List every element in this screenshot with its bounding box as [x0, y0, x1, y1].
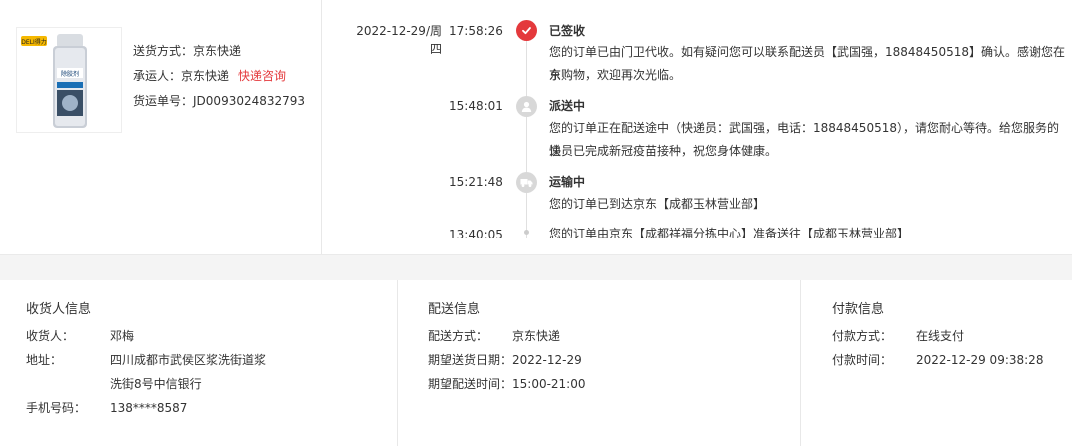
- receiver-info-section: 收货人信息 收货人： 邓梅 地址： 四川成都市武侯区浆洗街道浆 洗街8号中信银行 手…: [0, 280, 398, 446]
- shipping-method-row: 送货方式：京东快递: [133, 41, 305, 66]
- tracking-timeline: 2022-12-29/周四 17:58:26 已签收 您的订单已由门卫代收。如有…: [322, 0, 1072, 238]
- tracking-label: 货运单号：: [133, 94, 194, 108]
- timeline-time: 15:48:01: [449, 99, 503, 113]
- tracking-row: 货运单号：JD0093024832793: [133, 91, 305, 116]
- payment-time-label: 付款时间：: [832, 353, 893, 367]
- shipment-summary-panel: DELI得力 除胶剂 送货方式：京东快递 承运人：京东快递 快递咨询 货运单号：J…: [0, 0, 322, 254]
- check-icon: [516, 20, 537, 41]
- timeline-status: 派送中: [549, 99, 586, 113]
- carrier-label: 承运人：: [133, 69, 182, 83]
- timeline-time: 13:40:05: [449, 228, 503, 238]
- payment-info-title: 付款信息: [832, 302, 885, 317]
- delivery-time-label: 期望配送时间：: [428, 377, 513, 391]
- shipping-method-value: 京东快递: [193, 44, 242, 58]
- receiver-phone-value: 138****8587: [110, 401, 188, 415]
- receiver-name-value: 邓梅: [110, 329, 135, 343]
- timeline-status: 已签收: [549, 24, 586, 38]
- timeline-time: 17:58:26: [449, 24, 503, 38]
- carrier-row: 承运人：京东快递 快递咨询: [133, 66, 305, 91]
- delivery-info-section: 配送信息 配送方式： 京东快递 期望送货日期：2022-12-29 期望配送时间：…: [399, 280, 801, 446]
- timeline-status: 运输中: [549, 175, 586, 189]
- receiver-address-line2: 洗街8号中信银行: [110, 377, 202, 391]
- payment-method-row: 付款方式： 在线支付: [832, 326, 964, 346]
- tracking-number[interactable]: JD0093024832793: [193, 94, 305, 108]
- timeline-desc-line1: 您的订单由京东【成都祥福分拣中心】准备送往【成都玉林营业部】: [549, 227, 910, 238]
- payment-time-row: 付款时间： 2022-12-29 09:38:28: [832, 350, 1043, 370]
- receiver-name-row: 收货人： 邓梅: [26, 326, 134, 346]
- shipping-info: 送货方式：京东快递 承运人：京东快递 快递咨询 货运单号：JD0093024832…: [133, 41, 305, 116]
- carrier-value: 京东快递: [181, 69, 230, 83]
- receiver-phone-label: 手机号码：: [26, 401, 87, 415]
- receiver-info-title: 收货人信息: [26, 302, 92, 317]
- courier-icon: [516, 96, 537, 117]
- receiver-address-label: 地址：: [26, 353, 63, 367]
- timeline-desc-line2: 递员已完成新冠疫苗接种，祝您身体健康。: [549, 144, 778, 158]
- section-divider: [0, 254, 1072, 280]
- delivery-date-label: 期望送货日期：: [428, 353, 513, 367]
- delivery-method-value: 京东快递: [512, 329, 561, 343]
- payment-info-section: 付款信息 付款方式： 在线支付 付款时间： 2022-12-29 09:38:28: [802, 280, 1072, 446]
- delivery-time-value: 15:00-21:00: [512, 377, 586, 391]
- timeline-dot: [524, 230, 529, 235]
- delivery-method-row: 配送方式： 京东快递: [428, 326, 560, 346]
- timeline-date: 2022-12-29/周四: [356, 24, 442, 56]
- express-consult-link[interactable]: 快递咨询: [238, 69, 286, 83]
- brand-badge: DELI得力: [21, 38, 47, 46]
- delivery-info-title: 配送信息: [428, 302, 481, 317]
- truck-icon: [516, 172, 537, 193]
- product-image[interactable]: DELI得力 除胶剂: [16, 27, 122, 133]
- delivery-date-row: 期望送货日期：2022-12-29: [428, 350, 582, 370]
- timeline-desc-line1: 您的订单已到达京东【成都玉林营业部】: [549, 197, 766, 211]
- timeline-desc-line2: 东购物，欢迎再次光临。: [549, 68, 682, 82]
- can-label: 除胶剂: [61, 70, 79, 78]
- delivery-method-label: 配送方式：: [428, 329, 489, 343]
- receiver-address-row-2: 洗街8号中信银行: [110, 374, 202, 394]
- receiver-address-row: 地址： 四川成都市武侯区浆洗街道浆: [26, 350, 266, 370]
- timeline-line: [526, 34, 527, 238]
- logistics-top-section: DELI得力 除胶剂 送货方式：京东快递 承运人：京东快递 快递咨询 货运单号：J…: [0, 0, 1072, 254]
- payment-method-value: 在线支付: [916, 329, 965, 343]
- receiver-address-line1: 四川成都市武侯区浆洗街道浆: [110, 353, 267, 367]
- spray-can-image: DELI得力 除胶剂: [17, 28, 121, 132]
- shipping-method-label: 送货方式：: [133, 44, 194, 58]
- delivery-time-row: 期望配送时间：15:00-21:00: [428, 374, 586, 394]
- receiver-name-label: 收货人：: [26, 329, 75, 343]
- timeline-time: 15:21:48: [449, 175, 503, 189]
- receiver-phone-row: 手机号码： 138****8587: [26, 398, 187, 418]
- payment-time-value: 2022-12-29 09:38:28: [916, 353, 1044, 367]
- payment-method-label: 付款方式：: [832, 329, 893, 343]
- delivery-date-value: 2022-12-29: [512, 353, 582, 367]
